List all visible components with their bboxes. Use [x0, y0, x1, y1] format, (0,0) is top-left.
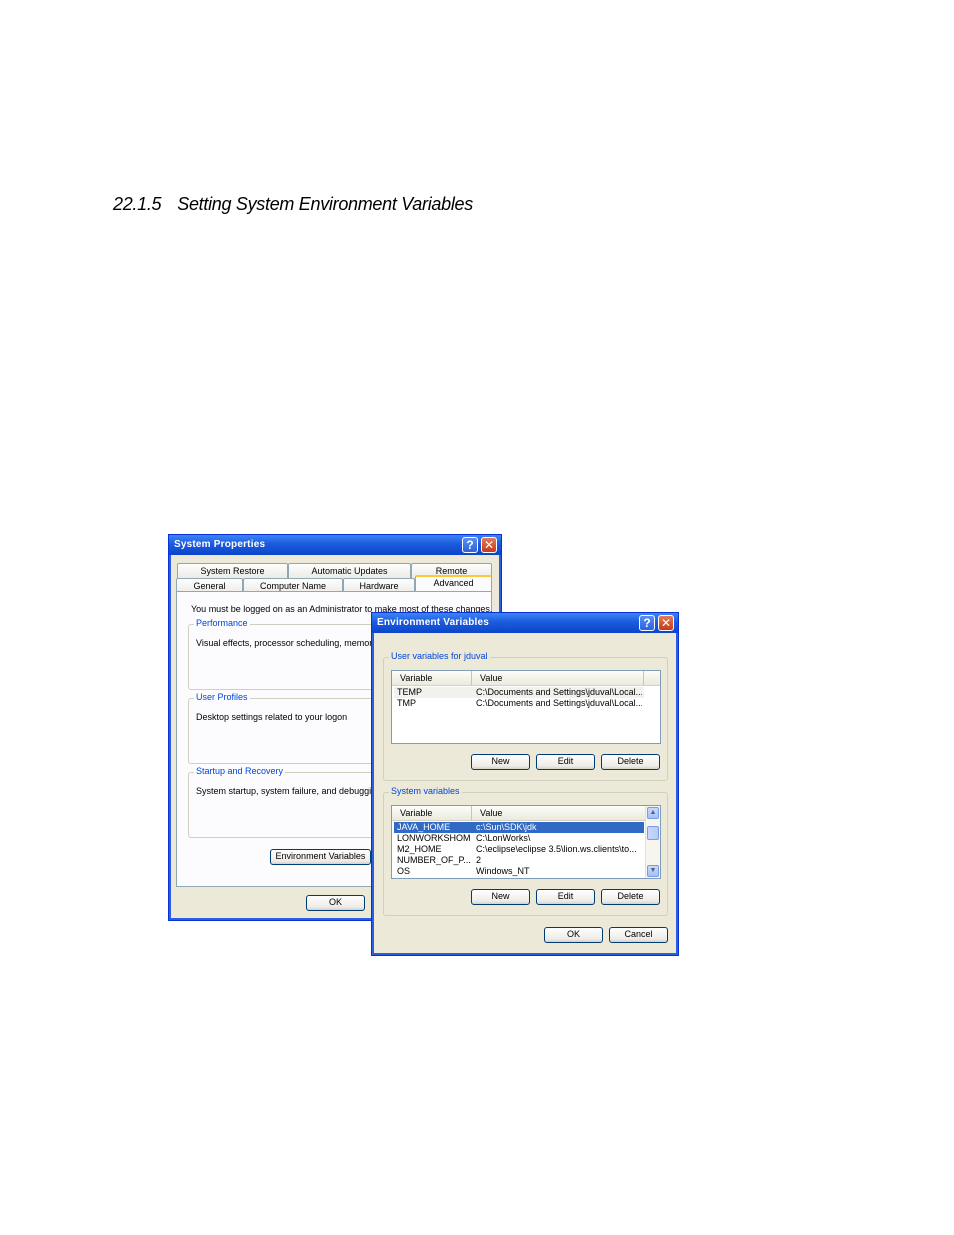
variable-name: LONWORKSHOME — [397, 833, 471, 843]
list-item-selected[interactable]: JAVA_HOME c:\Sun\SDK\jdk — [394, 822, 644, 833]
startup-recovery-group-title: Startup and Recovery — [194, 766, 286, 776]
variable-name: JAVA_HOME — [397, 822, 451, 832]
list-item[interactable]: LONWORKSHOME C:\LonWorks\ — [394, 833, 644, 844]
list-header: Variable Value — [392, 806, 645, 821]
variable-name: TEMP — [397, 687, 423, 697]
list-item[interactable]: NUMBER_OF_P... 2 — [394, 855, 644, 866]
variable-value: 2 — [476, 855, 482, 865]
tab-automatic-updates[interactable]: Automatic Updates — [288, 563, 411, 578]
performance-group-title: Performance — [194, 618, 250, 628]
help-icon[interactable]: ? — [639, 615, 655, 631]
close-icon[interactable]: ✕ — [658, 615, 674, 631]
variable-value: C:\LonWorks\ — [476, 833, 531, 843]
environment-variables-ok-button[interactable]: OK — [544, 927, 603, 943]
user-profiles-group-title: User Profiles — [194, 692, 250, 702]
startup-recovery-description: System startup, system failure, and debu… — [196, 786, 386, 796]
environment-variables-titlebar[interactable]: Environment Variables ? ✕ — [372, 613, 678, 633]
vertical-scrollbar[interactable]: ▲ ▼ — [645, 806, 660, 878]
column-header-variable[interactable]: Variable — [392, 671, 472, 685]
variable-name: NUMBER_OF_P... — [397, 855, 471, 865]
variable-value: C:\eclipse\eclipse 3.5\lion.ws.clients\t… — [476, 844, 637, 854]
variable-name: OS — [397, 866, 411, 876]
close-icon[interactable]: ✕ — [481, 537, 497, 553]
user-edit-button[interactable]: Edit — [536, 754, 595, 770]
variable-name: M2_HOME — [397, 844, 442, 854]
section-title: Setting System Environment Variables — [177, 194, 473, 214]
user-variables-group: User variables for jduval Variable Value… — [383, 651, 668, 781]
help-icon[interactable]: ? — [462, 537, 478, 553]
variable-value: Windows_NT — [476, 866, 530, 876]
environment-variables-button[interactable]: Environment Variables — [270, 849, 371, 865]
window-title: System Properties — [174, 539, 266, 550]
tab-advanced[interactable]: Advanced — [415, 575, 492, 592]
tab-system-restore[interactable]: System Restore — [177, 563, 288, 578]
user-variables-list[interactable]: Variable Value TEMP C:\Documents and Set… — [391, 670, 661, 744]
system-new-button[interactable]: New — [471, 889, 530, 905]
window-title: Environment Variables — [377, 617, 490, 628]
performance-description: Visual effects, processor scheduling, me… — [196, 638, 385, 648]
system-variables-group-title: System variables — [389, 786, 462, 796]
user-profiles-description: Desktop settings related to your logon — [196, 712, 348, 722]
variable-value: C:\Documents and Settings\jduval\Local..… — [476, 698, 642, 708]
list-header: Variable Value — [392, 671, 660, 686]
variable-name: TMP — [397, 698, 416, 708]
section-number: 22.1.5 — [113, 194, 162, 214]
system-variables-group: System variables Variable Value JAVA_HOM… — [383, 786, 668, 916]
system-properties-ok-button[interactable]: OK — [306, 895, 365, 911]
variable-value: c:\Sun\SDK\jdk — [476, 822, 537, 832]
list-item[interactable]: M2_HOME C:\eclipse\eclipse 3.5\lion.ws.c… — [394, 844, 644, 855]
system-edit-button[interactable]: Edit — [536, 889, 595, 905]
list-item[interactable]: TMP C:\Documents and Settings\jduval\Loc… — [394, 698, 644, 709]
column-header-value[interactable]: Value — [472, 671, 644, 685]
list-item[interactable]: OS Windows_NT — [394, 866, 644, 877]
section-heading: 22.1.5 Setting System Environment Variabl… — [113, 194, 473, 215]
system-delete-button[interactable]: Delete — [601, 889, 660, 905]
scroll-thumb[interactable] — [647, 826, 659, 840]
environment-variables-cancel-button[interactable]: Cancel — [609, 927, 668, 943]
column-header-variable[interactable]: Variable — [392, 806, 472, 820]
user-variables-group-title: User variables for jduval — [389, 651, 490, 661]
scroll-up-icon[interactable]: ▲ — [647, 807, 659, 819]
user-new-button[interactable]: New — [471, 754, 530, 770]
variable-value: C:\Documents and Settings\jduval\Local..… — [476, 687, 642, 697]
user-delete-button[interactable]: Delete — [601, 754, 660, 770]
scroll-down-icon[interactable]: ▼ — [647, 865, 659, 877]
system-properties-titlebar[interactable]: System Properties ? ✕ — [169, 535, 501, 555]
list-item[interactable]: TEMP C:\Documents and Settings\jduval\Lo… — [394, 687, 644, 698]
system-variables-list[interactable]: Variable Value JAVA_HOME c:\Sun\SDK\jdk … — [391, 805, 661, 879]
column-header-value[interactable]: Value — [472, 806, 644, 820]
environment-variables-window: Environment Variables ? ✕ User variables… — [371, 612, 679, 956]
